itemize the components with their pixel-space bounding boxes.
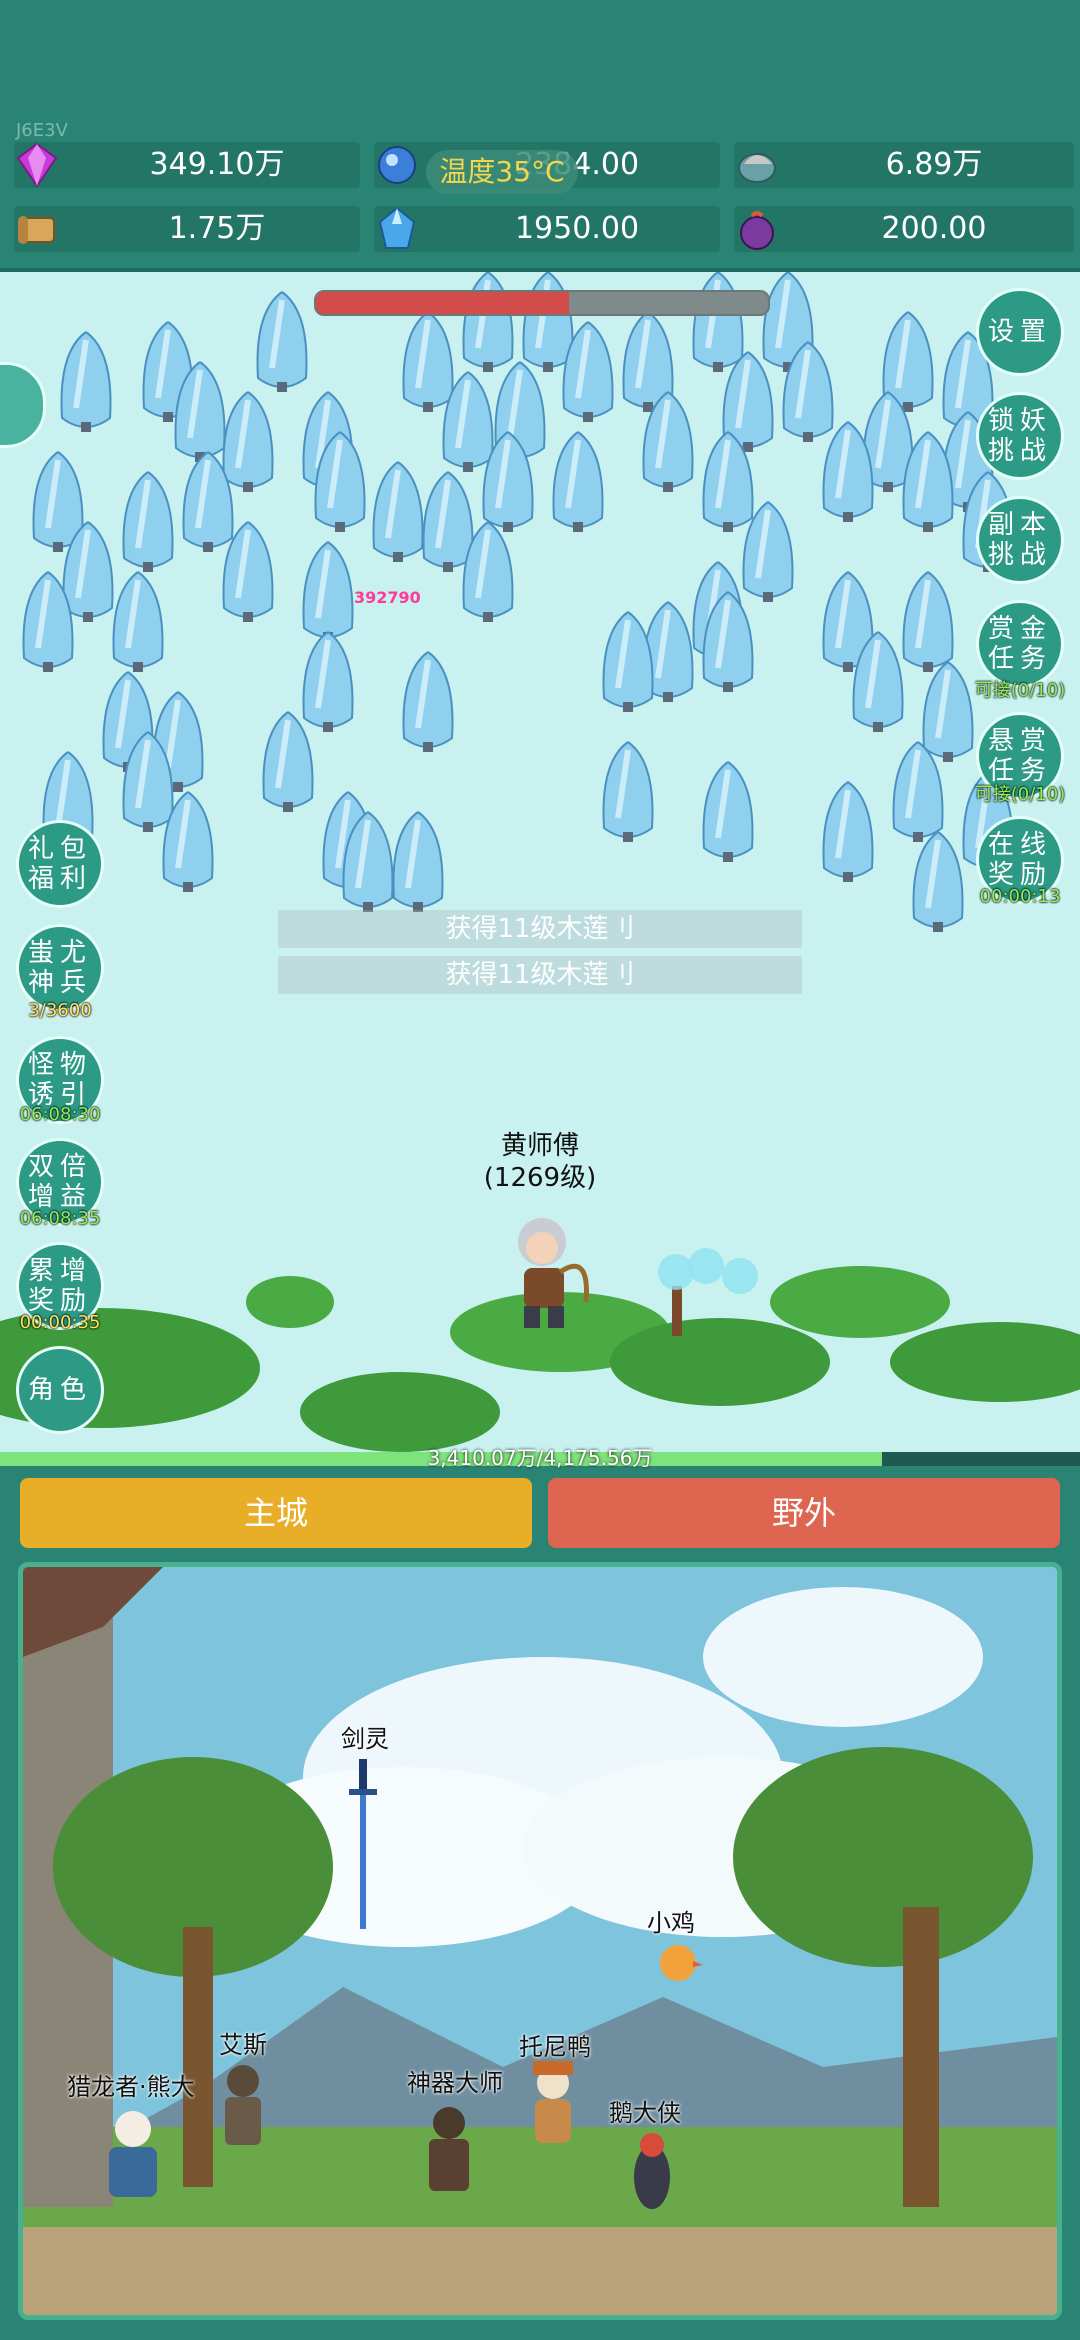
bounty-gold-task-button[interactable]: 赏金 任务 [976,600,1064,688]
reward-task-status: 可接(0/10) [974,784,1066,805]
temperature-value: 35°C [495,155,565,188]
main-city-scene[interactable]: 剑灵 小鸡 艾斯 托尼鸭 猎龙者·熊大 神器大师 鹅大侠 [18,1562,1062,2320]
bird-gem-icon [738,153,776,183]
npc-label: 小鸡 [647,1909,695,1937]
npc-label: 托尼鸭 [519,2033,591,2061]
scroll-icon [18,216,55,244]
hero-name: 黄师傅 (1269级) [480,1130,600,1194]
resource-value: 349.10万 [149,147,285,182]
bounty-gold-status: 可接(0/10) [974,680,1066,701]
boss-hp-fill [316,292,570,314]
loot-notice: 获得11级木莲刂 [278,910,802,948]
resource-purple-fruit: 200.00 [734,206,1074,252]
temperature-label: 温度 [439,155,496,188]
wild-tab[interactable]: 野外 [548,1478,1060,1548]
resource-value: 200.00 [881,211,987,246]
resource-value: 1.75万 [168,211,266,246]
scene-background [23,1567,1057,2315]
button-label: 设置 [987,317,1052,347]
battle-field[interactable]: 392790 获得11级木莲刂 获得11级木莲刂 黄师傅 (1269级) [0,272,1080,1458]
damage-number: 392790 [354,588,421,607]
gift-pack-button[interactable]: 礼包 福利 [16,820,104,908]
purple-fruit-icon [740,211,774,250]
demon-lock-challenge-button[interactable]: 锁妖 挑战 [976,392,1064,480]
chiyou-weapon-button[interactable]: 蚩尤 神兵 [16,924,104,1012]
button-label: 蚩尤 神兵 [27,938,92,998]
monster-lure-timer: 06:08:30 [19,1104,101,1125]
online-reward-timer: 00:00:13 [979,886,1061,907]
npc-label: 剑灵 [341,1725,389,1753]
resource-value: 6.89万 [885,147,983,182]
chick-sprite[interactable] [653,1935,703,1985]
dragon-hunter-sprite[interactable] [93,2103,173,2203]
resource-blue-crystal: 1950.00 [374,206,720,252]
resource-scroll: 1.75万 [14,206,360,252]
double-buff-timer: 06:08:35 [19,1208,101,1229]
resource-value: 1950.00 [514,211,640,246]
hero-name-text: 黄师傅 [500,1131,579,1161]
button-label: 赏金 任务 [987,614,1052,674]
button-label: 副本 挑战 [987,510,1052,570]
main-city-tab[interactable]: 主城 [20,1478,532,1548]
exp-text: 3,410.07万/4,175.56万 [427,1446,653,1470]
resource-bar: J6E3V 349.10万 2384.00 6.89万 1.75万 1950.0… [0,0,1080,268]
hero-level: (1269级) [483,1163,597,1193]
chiyou-weapon-count: 3/3600 [28,1000,92,1021]
button-label: 礼包 福利 [27,834,92,894]
artifact-master-sprite[interactable] [419,2099,479,2199]
blue-crystal-icon [378,206,416,249]
character-button[interactable]: 角色 [16,1346,104,1434]
button-label: 双倍 增益 [27,1152,92,1212]
button-label: 在线 奖励 [987,830,1052,890]
dungeon-challenge-button[interactable]: 副本 挑战 [976,496,1064,584]
temperature-badge: 温度35°C [426,150,578,194]
tony-duck-sprite[interactable] [523,2061,583,2151]
npc-label: 艾斯 [219,2031,267,2059]
npc-label: 神器大师 [407,2069,503,2097]
settings-button[interactable]: 设置 [976,288,1064,376]
cumulative-reward-timer: 00:00:35 [19,1312,101,1333]
button-label: 锁妖 挑战 [987,406,1052,466]
diamond-icon [16,142,58,188]
button-label: 角色 [27,1375,92,1405]
boss-hp-bar [314,290,770,316]
hero-character[interactable] [490,1212,600,1332]
blue-orb-icon [378,146,416,184]
aisi-sprite[interactable] [213,2061,273,2151]
npc-label: 猎龙者·熊大 [67,2073,195,2101]
resource-bird-gem: 6.89万 [734,142,1074,188]
resource-diamond: 349.10万 [14,142,360,188]
npc-label: 鹅大侠 [609,2099,681,2127]
button-label: 累增 奖励 [27,1256,92,1316]
goose-hero-sprite[interactable] [627,2127,677,2217]
button-label: 悬赏 任务 [987,726,1052,786]
button-label: 怪物 诱引 [27,1050,92,1110]
sword-spirit-sprite[interactable] [343,1759,383,1939]
loot-notice: 获得11级木莲刂 [278,956,802,994]
